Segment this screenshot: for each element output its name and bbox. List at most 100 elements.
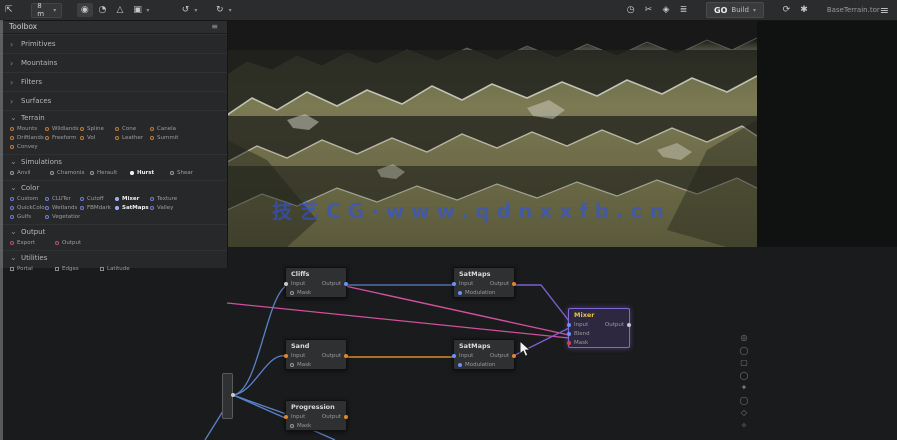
node-item[interactable]: Freeform	[45, 133, 80, 142]
node-item-selected[interactable]: Mixer	[115, 194, 150, 203]
section-output-header[interactable]: ⌄ Output	[0, 225, 227, 238]
input-port[interactable]	[452, 282, 456, 286]
node-item[interactable]: Wildlands	[45, 124, 80, 133]
fit-view-icon[interactable]: ◎	[740, 333, 749, 342]
build-button[interactable]: GO Build ▾	[706, 2, 764, 18]
node-item[interactable]: Valley	[150, 203, 185, 212]
modulation-port[interactable]	[458, 291, 462, 295]
mask-port[interactable]	[290, 291, 294, 295]
camera-icon[interactable]: ◯	[740, 371, 749, 380]
node-item[interactable]: CLUTer	[45, 194, 80, 203]
scale-dropdown[interactable]: 8 m ▾	[31, 3, 62, 18]
mask-port[interactable]	[290, 424, 294, 428]
terrain-viewport[interactable]: 技艺CG·www.qdnxxfb.cn	[227, 20, 757, 247]
node-satmaps-1[interactable]: SatMaps Input Output Modulation	[453, 267, 515, 298]
section-filters[interactable]: › Filters	[0, 72, 227, 91]
lighting-icon[interactable]: ✦	[740, 383, 749, 392]
portal-node[interactable]	[222, 373, 233, 419]
orbit-icon[interactable]: ◯	[740, 346, 749, 355]
node-item-selected[interactable]: SatMaps	[115, 203, 150, 212]
output-port[interactable]	[627, 323, 631, 327]
zoom-icon[interactable]: ◇	[740, 408, 749, 417]
node-item-selected[interactable]: Hurst	[130, 168, 170, 177]
undo-icon[interactable]: ↺	[178, 3, 194, 17]
node-item[interactable]: Output	[55, 238, 100, 247]
node-item[interactable]: Chamonix	[50, 168, 90, 177]
node-item[interactable]: Spline	[80, 124, 115, 133]
gear-icon[interactable]: ✱	[796, 3, 812, 17]
node-sand[interactable]: Sand Input Output Mask	[285, 339, 347, 370]
node-item[interactable]: Cutoff	[80, 194, 115, 203]
node-item[interactable]: Gulfs	[10, 212, 45, 221]
node-satmaps-2[interactable]: SatMaps Input Output Modulation	[453, 339, 515, 370]
node-item[interactable]: Leather	[115, 133, 150, 142]
node-item[interactable]: Shear	[170, 168, 210, 177]
node-item[interactable]: FBMdark	[80, 203, 115, 212]
settings-icon[interactable]: ✧	[740, 421, 749, 430]
mask-port[interactable]	[567, 341, 571, 345]
modulation-port[interactable]	[458, 363, 462, 367]
pan-icon[interactable]: ◯	[740, 396, 749, 405]
output-port[interactable]	[344, 282, 348, 286]
node-item[interactable]: Vol	[80, 133, 115, 142]
section-mountains[interactable]: › Mountains	[0, 53, 227, 72]
input-port[interactable]	[567, 323, 571, 327]
node-item[interactable]: Canela	[150, 124, 185, 133]
node-item[interactable]: Anvil	[10, 168, 50, 177]
node-item[interactable]: Wetlands	[45, 203, 80, 212]
input-port[interactable]	[284, 415, 288, 419]
section-simulations-header[interactable]: ⌄ Simulations	[0, 155, 227, 168]
output-port[interactable]	[344, 415, 348, 419]
node-item[interactable]: Driftlands	[10, 133, 45, 142]
node-item[interactable]: Export	[10, 238, 55, 247]
section-color-header[interactable]: ⌄ Color	[0, 181, 227, 194]
node-item[interactable]: Portal	[10, 264, 55, 273]
node-item[interactable]: Custom	[10, 194, 45, 203]
section-utilities-header[interactable]: ⌄ Utilities	[0, 251, 227, 264]
redo-icon[interactable]: ↻	[212, 3, 228, 17]
node-cliffs[interactable]: Cliffs Input Output Mask	[285, 267, 347, 298]
input-port[interactable]	[452, 354, 456, 358]
share-icon[interactable]: ⇱	[1, 3, 17, 17]
node-item[interactable]: QuickColor	[10, 203, 45, 212]
mask-port[interactable]	[290, 363, 294, 367]
node-item[interactable]: Mounts	[10, 124, 45, 133]
node-item[interactable]: Cone	[115, 124, 150, 133]
compass-icon[interactable]: ◔	[95, 3, 111, 17]
output-port[interactable]	[512, 354, 516, 358]
blend-port[interactable]	[567, 332, 571, 336]
node-item[interactable]: Texture	[150, 194, 185, 203]
input-port[interactable]	[284, 354, 288, 358]
watermark-text: 技艺CG·www.qdnxxfb.cn	[272, 195, 671, 224]
terrain-view-icon[interactable]: △	[112, 3, 128, 17]
section-primitives[interactable]: › Primitives	[0, 34, 227, 53]
hamburger-menu-icon[interactable]: ≡	[880, 4, 889, 17]
output-port[interactable]	[512, 282, 516, 286]
section-surfaces[interactable]: › Surfaces	[0, 91, 227, 110]
texture-view-icon[interactable]: ▣	[130, 3, 146, 17]
node-item[interactable]: Summit	[150, 133, 185, 142]
undo-history-chevron-icon[interactable]: ▾	[194, 7, 197, 14]
portal-output-port[interactable]	[231, 393, 235, 397]
layers-icon[interactable]: ≣	[676, 3, 692, 17]
node-item[interactable]: Edges	[55, 264, 100, 273]
history-icon[interactable]: ◷	[623, 3, 639, 17]
output-port[interactable]	[344, 354, 348, 358]
node-mixer-selected[interactable]: Mixer Input Output Blend Mask	[568, 308, 630, 348]
node-item[interactable]: Latitude	[100, 264, 145, 273]
refresh-icon[interactable]: ⟳	[779, 3, 795, 17]
node-item[interactable]: Convey	[10, 142, 45, 151]
shaded-view-icon[interactable]: ◉	[77, 3, 93, 17]
section-terrain-header[interactable]: ⌄ Terrain	[0, 111, 227, 124]
node-item[interactable]: Vegetation	[45, 212, 80, 221]
snapshot-icon[interactable]: ✂	[641, 3, 657, 17]
water-icon[interactable]: ◈	[658, 3, 674, 17]
input-port[interactable]	[284, 282, 288, 286]
port-label: Input	[291, 414, 305, 420]
node-item[interactable]: Herault	[90, 168, 130, 177]
frame-icon[interactable]: ▢	[740, 358, 749, 367]
view-options-chevron-icon[interactable]: ▾	[146, 7, 149, 14]
panel-list-icon[interactable]: ≡	[211, 22, 218, 31]
redo-history-chevron-icon[interactable]: ▾	[229, 7, 232, 14]
node-progression[interactable]: Progression Input Output Mask	[285, 400, 347, 431]
